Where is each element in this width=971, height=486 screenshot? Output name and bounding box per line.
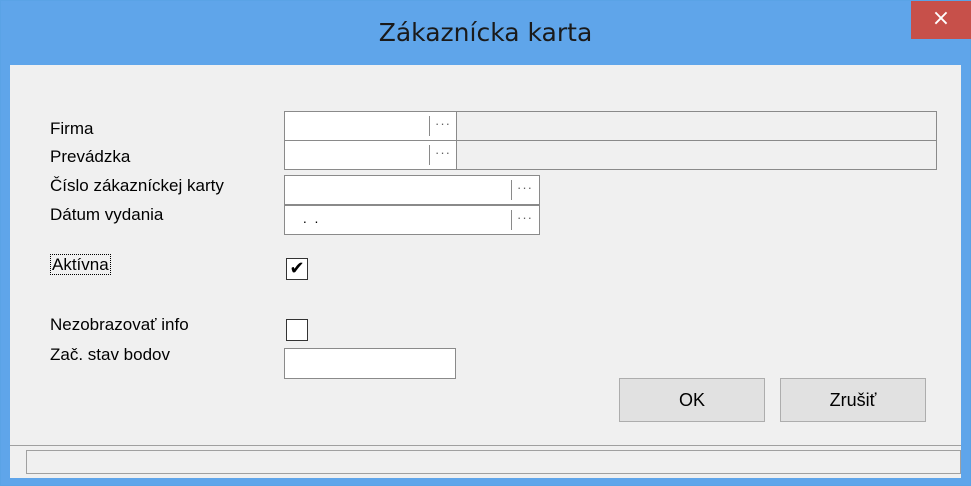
prevadzka-code-input[interactable]: ··· — [284, 140, 457, 170]
cislo-karty-label: Číslo zákazníckej karty — [50, 176, 224, 195]
status-bar — [10, 445, 961, 478]
cislo-karty-input[interactable]: ··· — [284, 175, 540, 205]
datum-vydania-input[interactable]: . . ··· — [284, 205, 540, 235]
prevadzka-lookup-button[interactable]: ··· — [429, 145, 456, 165]
ok-button[interactable]: OK — [619, 378, 765, 422]
title-bar[interactable]: Zákaznícka karta × — [1, 1, 971, 65]
nezobrazovat-info-label: Nezobrazovať info — [50, 315, 189, 334]
cancel-button[interactable]: Zrušiť — [780, 378, 926, 422]
zac-stav-bodov-input[interactable] — [284, 348, 456, 379]
nezobrazovat-info-checkbox[interactable] — [286, 319, 308, 341]
firma-lookup-button[interactable]: ··· — [429, 116, 456, 136]
datum-vydania-label: Dátum vydania — [50, 205, 164, 224]
datum-vydania-value: . . — [299, 210, 319, 226]
window-title: Zákaznícka karta — [378, 18, 593, 47]
aktivna-checkbox[interactable]: ✔ — [286, 258, 308, 280]
close-button[interactable]: × — [911, 1, 971, 39]
dialog-body: Firma ··· Prevádzka ··· Číslo zákaznícke… — [10, 65, 961, 445]
firma-name-display — [456, 111, 937, 141]
prevadzka-label: Prevádzka — [50, 147, 131, 166]
cislo-karty-lookup-button[interactable]: ··· — [511, 180, 538, 200]
prevadzka-name-display — [456, 140, 937, 170]
status-bar-panel — [26, 450, 961, 474]
firma-label: Firma — [50, 119, 94, 138]
close-icon: × — [931, 6, 951, 31]
dialog-window: Zákaznícka karta × Firma ··· Prevádzka ·… — [0, 0, 971, 486]
datum-calendar-button[interactable]: ··· — [511, 210, 538, 230]
aktivna-label: Aktívna — [50, 254, 111, 275]
firma-code-input[interactable]: ··· — [284, 111, 457, 141]
aktivna-label-text: Aktívna — [50, 254, 111, 275]
zac-stav-bodov-label: Zač. stav bodov — [50, 345, 171, 364]
